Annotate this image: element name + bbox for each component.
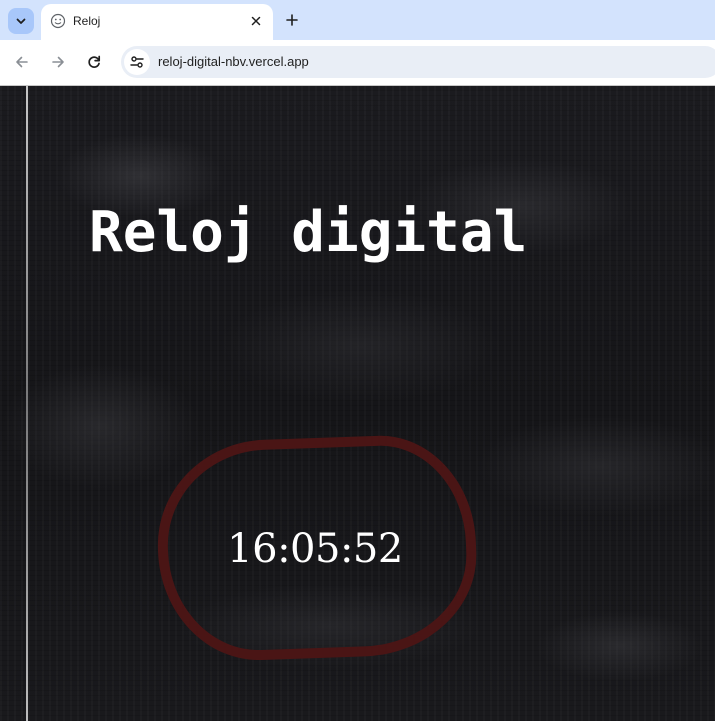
clock-time: 16:05:52 xyxy=(227,526,403,572)
tab-strip: Reloj xyxy=(0,0,715,40)
decorative-edge-line xyxy=(26,86,28,721)
page-title: Reloj digital xyxy=(89,200,528,265)
tab-title: Reloj xyxy=(73,14,101,28)
new-tab-button[interactable] xyxy=(281,9,303,31)
back-button[interactable] xyxy=(10,50,34,74)
page-viewport: Reloj digital 16:05:52 xyxy=(0,86,715,721)
address-bar[interactable]: reloj-digital-nbv.vercel.app xyxy=(121,46,715,78)
close-icon xyxy=(251,16,261,26)
url-text[interactable]: reloj-digital-nbv.vercel.app xyxy=(158,54,309,69)
tune-icon xyxy=(130,56,144,68)
tab-search-button[interactable] xyxy=(8,8,34,34)
tab-reloj[interactable]: Reloj xyxy=(41,4,273,40)
site-info-button[interactable] xyxy=(124,49,150,75)
reload-icon xyxy=(88,55,101,68)
smiley-face-icon xyxy=(50,13,66,29)
forward-button[interactable] xyxy=(46,50,70,74)
tab-close-button[interactable] xyxy=(247,12,265,30)
arrow-left-icon xyxy=(16,56,28,68)
browser-toolbar: reloj-digital-nbv.vercel.app xyxy=(0,40,715,86)
reload-button[interactable] xyxy=(82,50,106,74)
chevron-down-icon xyxy=(16,18,26,24)
browser-window: Reloj reloj-digital-nbv.vercel.app Reloj… xyxy=(0,0,715,721)
arrow-right-icon xyxy=(52,56,64,68)
plus-icon xyxy=(286,14,298,26)
